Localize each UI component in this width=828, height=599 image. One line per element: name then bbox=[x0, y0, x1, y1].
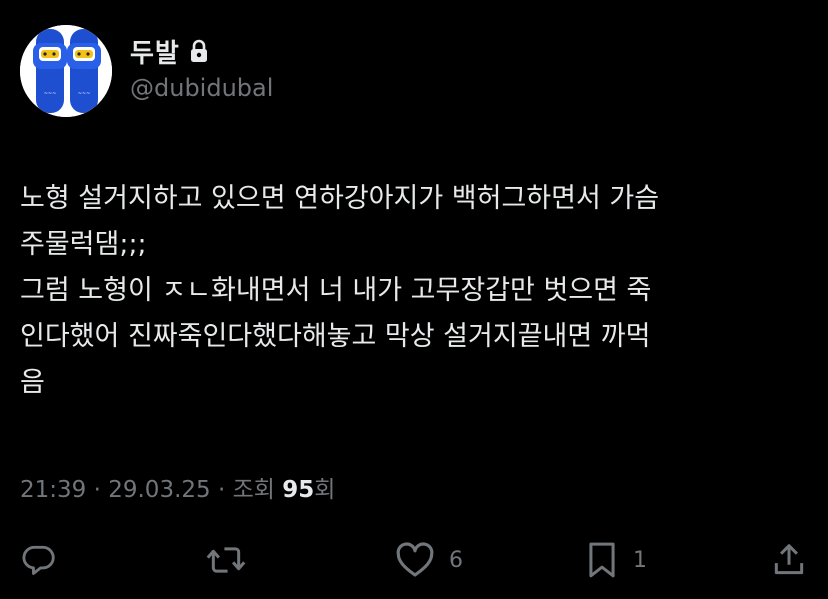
reply-button[interactable] bbox=[20, 538, 58, 582]
tweet-line: 음 bbox=[20, 367, 45, 398]
svg-text:~~~: ~~~ bbox=[78, 91, 91, 97]
bookmark-count: 1 bbox=[633, 547, 647, 573]
action-bar: 6 1 bbox=[0, 538, 828, 582]
bookmark-icon bbox=[585, 541, 619, 579]
tweet-line: 주물럭댐;;; bbox=[20, 229, 147, 260]
handle[interactable]: @dubidubal bbox=[130, 74, 273, 102]
like-count: 6 bbox=[449, 547, 463, 573]
slippers-image: ~~~ ~~~ bbox=[20, 25, 112, 117]
author-block: 두발 @dubidubal bbox=[130, 36, 273, 103]
views-count: 95 bbox=[282, 477, 315, 503]
tweet-date[interactable]: 29.03.25 bbox=[108, 477, 210, 503]
retweet-icon bbox=[205, 541, 247, 579]
views-suffix: 회 bbox=[314, 477, 336, 503]
avatar[interactable]: ~~~ ~~~ bbox=[20, 25, 112, 117]
heart-icon bbox=[395, 541, 435, 579]
tweet-line: 그럼 노형이 ㅈㄴ화내면서 너 내가 고무장갑만 벗으면 죽 bbox=[20, 275, 652, 306]
display-name-row: 두발 bbox=[130, 36, 273, 69]
tweet: ~~~ ~~~ 두발 @dubidubal 노형 설거지하고 있으면 연하강아지… bbox=[0, 0, 828, 599]
retweet-button[interactable] bbox=[205, 538, 247, 582]
lock-icon bbox=[188, 39, 210, 63]
display-name[interactable]: 두발 bbox=[130, 33, 180, 70]
meta-separator: · bbox=[210, 477, 233, 503]
tweet-line: 노형 설거지하고 있으면 연하강아지가 백허그하면서 가슴 bbox=[20, 183, 660, 214]
like-button[interactable]: 6 bbox=[395, 538, 463, 582]
share-icon bbox=[770, 541, 808, 579]
svg-text:~~~: ~~~ bbox=[44, 91, 57, 97]
tweet-meta: 21:39 · 29.03.25 · 조회 95회 bbox=[20, 470, 335, 504]
tweet-time[interactable]: 21:39 bbox=[20, 477, 86, 503]
views-label: 조회 bbox=[232, 477, 275, 503]
share-button[interactable] bbox=[770, 538, 808, 582]
tweet-line: 인다했어 진짜죽인다했다해놓고 막상 설거지끝내면 까먹 bbox=[20, 321, 651, 352]
reply-icon bbox=[20, 541, 58, 579]
meta-separator: · bbox=[86, 477, 109, 503]
bookmark-button[interactable]: 1 bbox=[585, 538, 647, 582]
tweet-text: 노형 설거지하고 있으면 연하강아지가 백허그하면서 가슴 주물럭댐;;; 그럼… bbox=[20, 176, 810, 406]
